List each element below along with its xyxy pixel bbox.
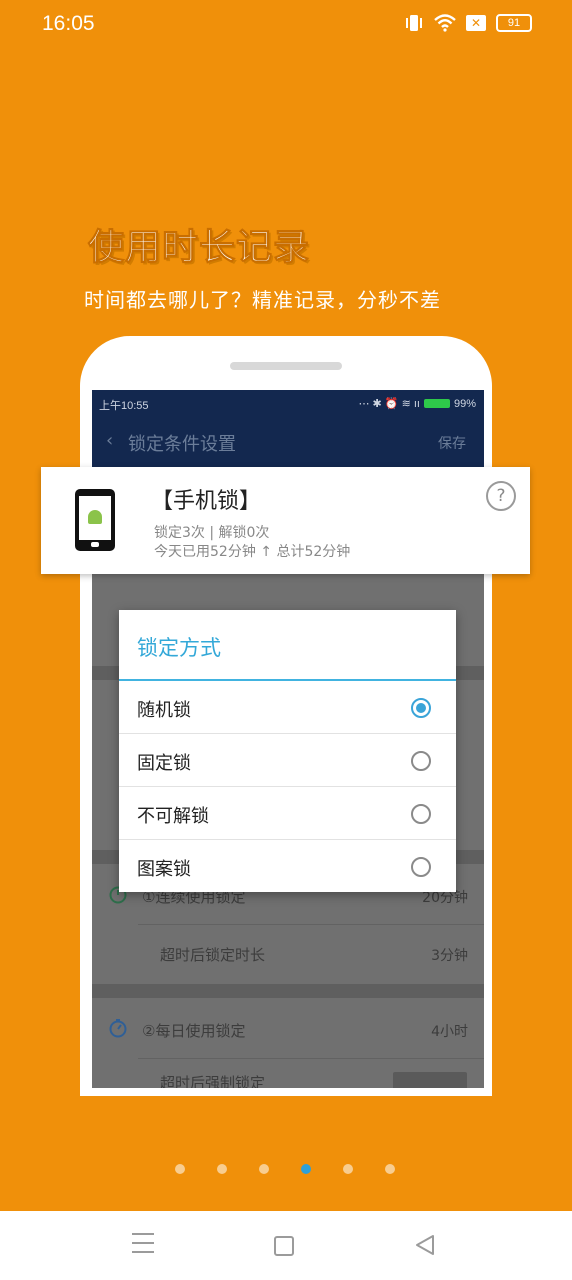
- radio-unselected-icon[interactable]: [411, 751, 431, 771]
- vibrate-icon: [406, 15, 422, 31]
- menu-icon[interactable]: [132, 1233, 154, 1255]
- help-icon[interactable]: ?: [486, 481, 516, 511]
- dim-divider: [92, 984, 484, 998]
- home-icon[interactable]: [274, 1236, 294, 1256]
- system-nav-bar: [0, 1211, 572, 1280]
- wifi-icon: [434, 14, 456, 32]
- signal-icons: ⋯ ✱ ⏰ ≋ ıı: [358, 398, 420, 410]
- daily-lock-label: ②每日使用锁定: [142, 1022, 246, 1040]
- option-no-unlock[interactable]: 不可解锁: [119, 787, 456, 840]
- pagination-dots: [175, 1164, 395, 1174]
- option-label: 随机锁: [137, 700, 191, 721]
- screen-status-time: 上午10:55: [99, 400, 149, 412]
- option-pattern-lock[interactable]: 图案锁: [119, 840, 456, 893]
- timeout-lock-label: 超时后锁定时长: [160, 946, 266, 964]
- daily-lock-value: 4小时: [431, 1024, 468, 1040]
- radio-unselected-icon[interactable]: [411, 804, 431, 824]
- stopwatch-icon: [109, 1019, 127, 1038]
- card-title: 【手机锁】: [151, 489, 262, 514]
- phone-android-icon: [75, 489, 115, 551]
- option-label: 不可解锁: [137, 806, 209, 827]
- radio-unselected-icon[interactable]: [411, 857, 431, 877]
- promo-headline: 使用时长记录: [87, 227, 311, 269]
- option-fixed-lock[interactable]: 固定锁: [119, 734, 456, 787]
- page-dot[interactable]: [217, 1164, 227, 1174]
- option-label: 图案锁: [137, 859, 191, 880]
- row-divider: [138, 924, 484, 925]
- force-lock-label: 超时后强制锁定: [160, 1074, 266, 1088]
- phone-speaker: [230, 362, 342, 370]
- page-dot[interactable]: [385, 1164, 395, 1174]
- screen-status-bar: 上午10:55 ⋯ ✱ ⏰ ≋ ıı 99%: [92, 390, 484, 416]
- radio-selected-icon[interactable]: [411, 698, 431, 718]
- status-bar: 16:05 ✕ 91: [0, 0, 572, 52]
- save-button[interactable]: 保存: [438, 433, 466, 453]
- status-time: 16:05: [42, 12, 95, 35]
- page-dot-active[interactable]: [301, 1164, 311, 1174]
- phone-lock-card[interactable]: 【手机锁】 锁定3次 | 解锁0次 今天已用52分钟 ↑ 总计52分钟 ?: [41, 467, 530, 574]
- no-sim-icon: ✕: [466, 15, 486, 31]
- page-dot[interactable]: [175, 1164, 185, 1174]
- screen-title: 锁定条件设置: [128, 434, 236, 455]
- dim-section-4: ②每日使用锁定 4小时 超时后强制锁定: [92, 998, 484, 1088]
- back-icon[interactable]: [414, 1233, 436, 1257]
- option-random-lock[interactable]: 随机锁: [119, 681, 456, 734]
- card-usage-stats: 今天已用52分钟 ↑ 总计52分钟: [154, 544, 351, 560]
- screen-app-bar: ‹ 锁定条件设置 保存: [92, 416, 484, 468]
- option-label: 固定锁: [137, 753, 191, 774]
- mini-battery-icon: [423, 399, 450, 408]
- promo-subline: 时间都去哪儿了？精准记录，分秒不差: [84, 288, 441, 312]
- timeout-lock-value: 3分钟: [431, 948, 468, 964]
- dialog-title: 锁定方式: [137, 636, 221, 660]
- screen-status-battery: 99%: [453, 397, 476, 410]
- force-lock-toggle[interactable]: [393, 1072, 467, 1088]
- battery-indicator: 91: [496, 14, 532, 32]
- page-dot[interactable]: [343, 1164, 353, 1174]
- row-divider: [138, 1058, 484, 1059]
- lock-mode-dialog: 锁定方式 随机锁 固定锁 不可解锁 图案锁: [119, 610, 456, 892]
- status-icons: ✕ 91: [404, 14, 532, 32]
- page-dot[interactable]: [259, 1164, 269, 1174]
- card-lock-stats: 锁定3次 | 解锁0次: [154, 525, 270, 541]
- back-arrow-icon[interactable]: ‹: [106, 430, 113, 451]
